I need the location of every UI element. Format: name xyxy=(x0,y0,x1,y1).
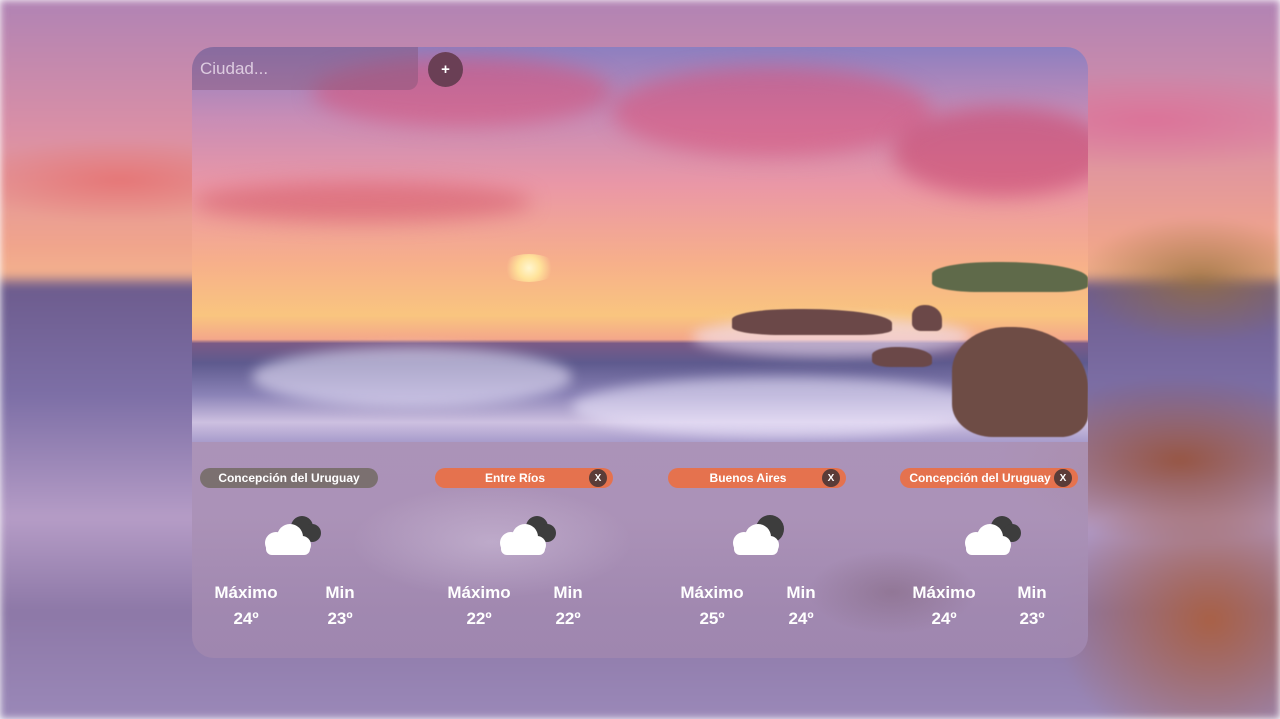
city-tab-selected[interactable]: Concepción del Uruguay xyxy=(200,468,378,488)
max-label: Máximo xyxy=(680,583,744,602)
max-temp: Máximo 25º xyxy=(676,583,748,629)
max-value: 24º xyxy=(233,609,259,628)
min-value: 22º xyxy=(555,609,581,628)
city-tab[interactable]: Concepción del Uruguay X xyxy=(900,468,1078,488)
max-label: Máximo xyxy=(912,583,976,602)
remove-city-button[interactable]: X xyxy=(1054,469,1072,487)
city-photo xyxy=(192,47,1088,442)
city-name: Concepción del Uruguay xyxy=(909,471,1051,485)
add-city-button[interactable]: + xyxy=(428,52,463,87)
city-card[interactable]: Buenos Aires X Máximo 25º Min 24º xyxy=(668,467,846,657)
sun xyxy=(500,254,558,282)
city-search-input[interactable] xyxy=(192,47,418,90)
min-temp: Min 23º xyxy=(1004,583,1060,629)
min-value: 24º xyxy=(788,609,814,628)
max-label: Máximo xyxy=(447,583,511,602)
city-name: Buenos Aires xyxy=(709,471,787,485)
weather-card: + Concepción del Uruguay Máximo 24º xyxy=(192,47,1088,658)
min-temp: Min 22º xyxy=(540,583,596,629)
max-label: Máximo xyxy=(214,583,278,602)
remove-city-button[interactable]: X xyxy=(589,469,607,487)
partly-cloudy-icon xyxy=(965,516,1021,555)
min-value: 23º xyxy=(327,609,353,628)
city-list: Concepción del Uruguay Máximo 24º Min 23… xyxy=(192,467,1088,657)
max-temp: Máximo 24º xyxy=(210,583,282,629)
city-name: Entre Ríos xyxy=(484,471,545,485)
partly-cloudy-icon xyxy=(500,516,556,555)
max-value: 24º xyxy=(931,609,957,628)
city-card[interactable]: Entre Ríos X Máximo 22º Min 22º xyxy=(435,467,613,657)
min-temp: Min 24º xyxy=(773,583,829,629)
city-tab[interactable]: Buenos Aires X xyxy=(668,468,846,488)
city-card[interactable]: Concepción del Uruguay X Máximo 24º Min xyxy=(900,467,1078,657)
city-tab[interactable]: Entre Ríos X xyxy=(435,468,613,488)
max-value: 25º xyxy=(699,609,725,628)
search-box xyxy=(192,47,418,90)
max-temp: Máximo 24º xyxy=(908,583,980,629)
partly-cloudy-icon xyxy=(265,516,321,555)
cloudy-night-icon xyxy=(733,515,784,555)
max-value: 22º xyxy=(466,609,492,628)
min-label: Min xyxy=(786,583,816,602)
min-value: 23º xyxy=(1019,609,1045,628)
city-name: Concepción del Uruguay xyxy=(218,471,360,485)
min-temp: Min 23º xyxy=(312,583,368,629)
min-label: Min xyxy=(1017,583,1047,602)
min-label: Min xyxy=(553,583,583,602)
min-label: Min xyxy=(325,583,355,602)
city-card[interactable]: Concepción del Uruguay Máximo 24º Min 23… xyxy=(200,467,378,657)
remove-city-button[interactable]: X xyxy=(822,469,840,487)
max-temp: Máximo 22º xyxy=(443,583,515,629)
